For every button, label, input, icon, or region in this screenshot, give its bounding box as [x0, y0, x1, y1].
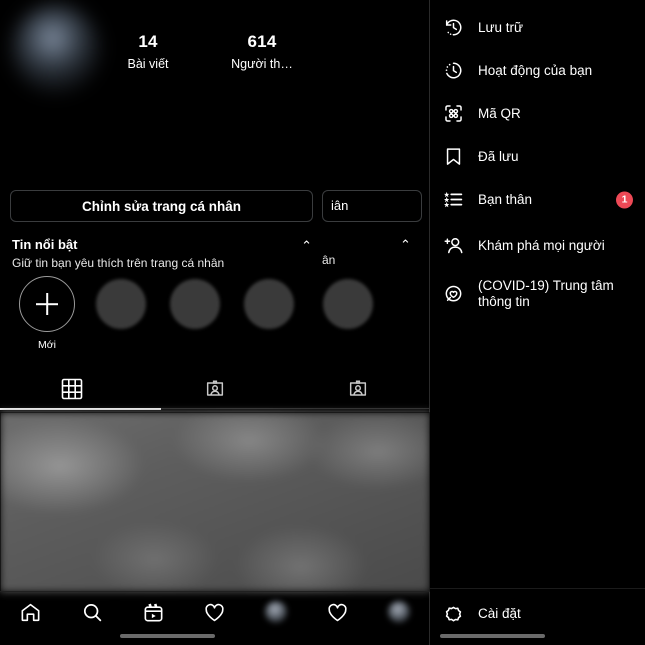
tab-tagged-2[interactable] [287, 368, 430, 410]
highlights-row: Mới [10, 276, 430, 351]
app-screen: iân ⌃ ân 14 Bài viết 614 Người th… Chỉnh… [0, 0, 645, 645]
portrait-icon [204, 378, 226, 400]
avatar-icon [265, 601, 288, 623]
tab-grid[interactable] [0, 368, 143, 410]
menu-item-covid-info[interactable]: (COVID-19) Trung tâm thông tin [430, 268, 645, 320]
ghost-chevron-up-icon: ⌃ [400, 237, 411, 252]
highlight-thumb [96, 279, 146, 329]
grid-icon [61, 378, 83, 400]
bottom-navigation [0, 592, 430, 632]
search-icon [81, 601, 104, 624]
menu-item-your-activity[interactable]: Hoạt động của bạn [430, 49, 645, 92]
highlight-item[interactable] [84, 276, 158, 329]
avatar-icon [388, 601, 411, 623]
nav-profile[interactable] [246, 601, 307, 623]
menu-item-label: Khám phá mọi người [478, 237, 605, 253]
menu-item-label: (COVID-19) Trung tâm thông tin [478, 278, 614, 309]
profile-pane: iân ⌃ ân 14 Bài viết 614 Người th… Chỉnh… [0, 0, 430, 645]
highlights-title: Tin nổi bật [12, 237, 78, 252]
heart-icon [326, 601, 349, 624]
home-icon [19, 601, 42, 624]
star-list-icon [438, 185, 468, 215]
plus-icon [19, 276, 75, 332]
profile-stats: 14 Bài viết 614 Người th… [112, 32, 298, 73]
nav-reels[interactable] [123, 601, 184, 624]
gear-icon [438, 599, 468, 629]
add-person-icon [438, 231, 468, 261]
heart-icon [203, 601, 226, 624]
highlight-thumb [244, 279, 294, 329]
highlights-subtitle: Giữ tin bạn yêu thích trên trang cá nhân [12, 256, 225, 270]
qr-code-icon [438, 99, 468, 129]
nav-activity[interactable] [184, 601, 245, 624]
nav-home[interactable] [0, 601, 61, 624]
activity-clock-icon [438, 56, 468, 86]
home-indicator [440, 634, 545, 638]
archive-clock-icon [438, 13, 468, 43]
heart-circle-icon [438, 279, 468, 309]
menu-item-settings[interactable]: Cài đặt [430, 594, 645, 634]
home-indicator [120, 634, 215, 638]
chevron-up-icon[interactable]: ⌃ [301, 239, 312, 253]
ghost-edit-profile-button-fragment: iân [322, 190, 422, 222]
menu-item-qr-code[interactable]: Mã QR [430, 92, 645, 135]
post-grid-border [0, 412, 430, 592]
highlight-thumb [170, 279, 220, 329]
reels-icon [142, 601, 165, 624]
profile-header: 14 Bài viết 614 Người th… [0, 0, 430, 150]
menu-item-label: Mã QR [478, 105, 521, 121]
stat-posts[interactable]: 14 Bài viết [112, 32, 184, 73]
stat-posts-label: Bài viết [127, 57, 169, 71]
profile-tabbar [0, 368, 430, 410]
menu-item-close-friends[interactable]: Bạn thân 1 [430, 178, 645, 221]
menu-item-label: Đã lưu [478, 148, 519, 164]
menu-item-label: Hoạt động của bạn [478, 62, 593, 78]
stat-followers[interactable]: 614 Người th… [226, 32, 298, 73]
highlights-header: Tin nổi bật Giữ tin bạn yêu thích trên t… [12, 237, 312, 271]
highlight-new-label: Mới [38, 339, 56, 351]
highlight-item[interactable] [232, 276, 306, 329]
ghost-subtitle-fragment: ân [322, 253, 336, 267]
bookmark-icon [438, 142, 468, 172]
menu-item-saved[interactable]: Đã lưu [430, 135, 645, 178]
highlight-new-button[interactable]: Mới [10, 276, 84, 351]
side-menu-drawer: Lưu trữ Hoạt động của bạn Mã QR Đã lưu B… [430, 0, 645, 645]
avatar[interactable] [12, 5, 100, 93]
stat-followers-label: Người th… [231, 57, 293, 71]
status-badge: 1 [616, 191, 633, 208]
menu-item-label: Lưu trữ [478, 19, 524, 35]
menu-divider [430, 588, 645, 589]
stat-posts-number: 14 [138, 32, 158, 51]
menu-item-archive[interactable]: Lưu trữ [430, 6, 645, 49]
tabbar-baseline [161, 408, 430, 409]
nav-profile-2[interactable] [369, 601, 430, 623]
stat-followers-number: 614 [247, 32, 277, 51]
menu-item-label: Bạn thân [478, 191, 533, 207]
tab-active-indicator [0, 408, 161, 410]
portrait-icon [347, 378, 369, 400]
nav-search[interactable] [61, 601, 122, 624]
edit-profile-button[interactable]: Chỉnh sửa trang cá nhân [10, 190, 313, 222]
highlight-item[interactable] [311, 276, 385, 329]
highlight-item[interactable] [158, 276, 232, 329]
menu-settings-label: Cài đặt [478, 606, 521, 621]
tab-tagged[interactable] [143, 368, 286, 410]
nav-activity-2[interactable] [307, 601, 368, 624]
highlight-thumb [323, 279, 373, 329]
menu-item-discover-people[interactable]: Khám phá mọi người [430, 224, 645, 267]
